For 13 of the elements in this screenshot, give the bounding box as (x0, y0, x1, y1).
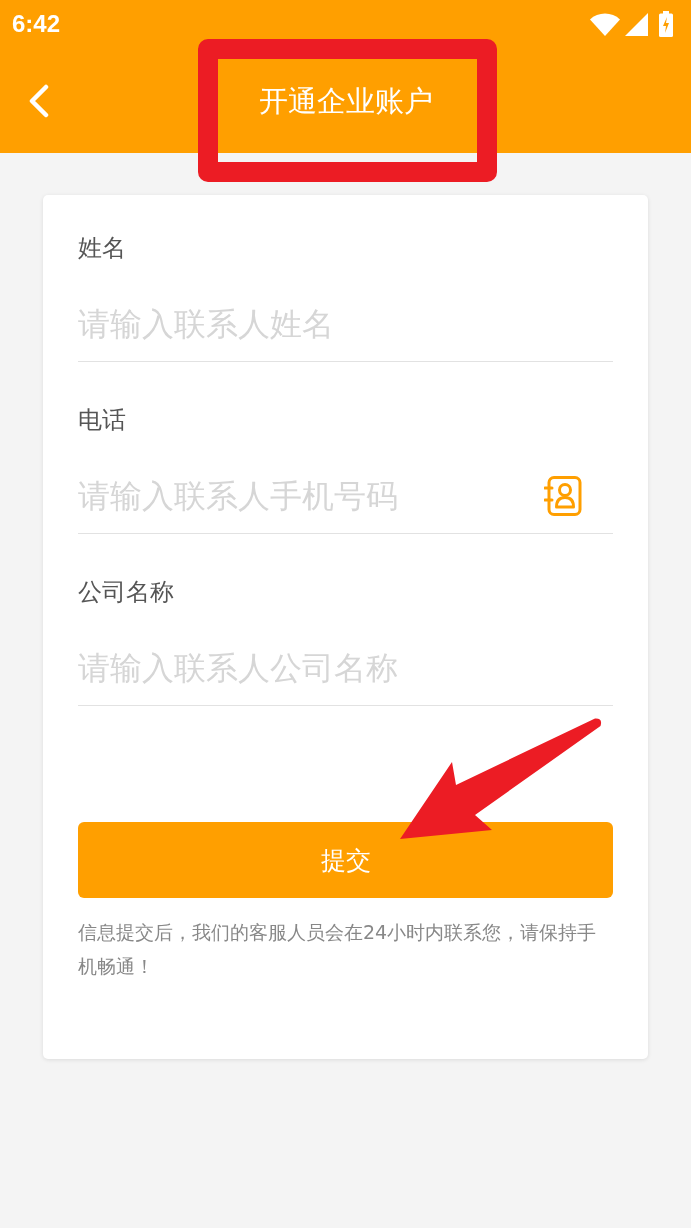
field-label: 电话 (78, 405, 126, 435)
submit-button[interactable]: 提交 (78, 822, 613, 898)
notice-text: 信息提交后，我们的客服人员会在24小时内联系您，请保持手机畅通！ (78, 920, 598, 979)
signal-icon (625, 12, 648, 36)
back-button[interactable] (28, 82, 50, 119)
back-chevron-icon (29, 83, 49, 118)
wifi-icon (590, 12, 620, 36)
status-time: 6:42 (12, 10, 61, 38)
contact-book-icon[interactable] (544, 475, 582, 516)
field-label: 公司名称 (78, 577, 174, 607)
page-title: 开通企业账户 (258, 82, 433, 119)
field-label: 姓名 (78, 233, 126, 263)
battery-charging-icon (659, 11, 673, 37)
